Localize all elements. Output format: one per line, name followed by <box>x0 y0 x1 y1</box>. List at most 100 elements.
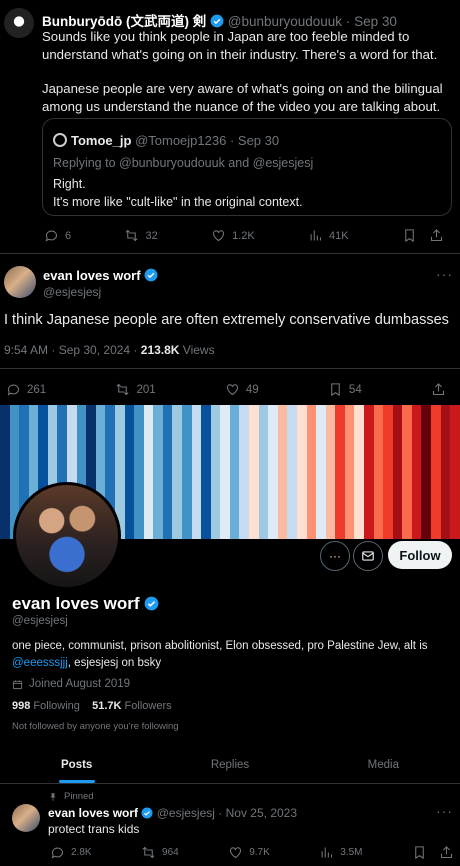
banner-stripe <box>450 405 460 539</box>
bookmark-icon <box>331 383 340 397</box>
calendar-icon <box>12 679 23 689</box>
like-button[interactable]: 9.7K <box>228 845 270 860</box>
repost-button[interactable]: 201 <box>115 382 156 397</box>
quote-header: Tomoe_jp @Tomoejp1236 · Sep 30 <box>53 133 279 148</box>
banner-stripe <box>134 405 144 539</box>
quote-text: Right. It's more like "cult-like" in the… <box>53 175 303 211</box>
bio-link[interactable]: @eeesssjjj <box>12 657 68 669</box>
repost-icon <box>142 846 155 859</box>
view-count: 41K <box>329 229 349 242</box>
tweet-bunburyodo[interactable]: Bunburyōdō (文武両道) 剣 @bunburyoudouuk · Se… <box>0 0 460 252</box>
author-handle[interactable]: @esjesjesj <box>157 806 215 820</box>
avatar[interactable] <box>12 804 40 832</box>
reply-icon <box>51 847 64 859</box>
quote-author-handle[interactable]: @Tomoejp1236 <box>135 133 226 148</box>
quote-line: It's more like "cult-like" in the origin… <box>53 195 303 209</box>
reply-count: 2.8K <box>71 847 92 858</box>
banner-stripe <box>239 405 250 539</box>
tweet-timestamp[interactable]: 9:54 AM · Sep 30, 2024 · <box>4 343 141 357</box>
author-name[interactable]: evan loves worf <box>48 806 138 820</box>
author-handle[interactable]: @esjesjesj <box>43 285 101 299</box>
reply-button[interactable]: 6 <box>44 228 71 243</box>
banner-stripe <box>431 405 441 539</box>
tweet-date[interactable]: Sep 30 <box>354 14 397 29</box>
profile-avatar[interactable] <box>13 482 121 590</box>
repost-button[interactable]: 964 <box>141 845 179 860</box>
banner-stripe <box>287 405 297 539</box>
profile-stats: 998 Following 51.7K Followers <box>12 700 172 712</box>
share-icon[interactable] <box>439 845 454 860</box>
avatar[interactable] <box>4 8 34 38</box>
mail-icon <box>362 551 374 561</box>
banner-stripe <box>172 405 182 539</box>
verified-badge-icon <box>141 807 153 819</box>
followers-count: 51.7K <box>92 700 122 712</box>
bookmark-button[interactable]: 54 <box>328 382 362 397</box>
quoted-tweet[interactable]: Tomoe_jp @Tomoejp1236 · Sep 30 Replying … <box>42 118 452 216</box>
reply-count: 6 <box>65 229 72 242</box>
like-button[interactable]: 49 <box>225 382 259 397</box>
followers-link[interactable]: 51.7K Followers <box>92 700 171 712</box>
following-label: Following <box>30 700 80 712</box>
banner-stripe <box>143 405 154 539</box>
repost-count: 964 <box>162 847 179 858</box>
banner-stripe <box>440 405 451 539</box>
message-button[interactable] <box>353 541 383 571</box>
tab-replies[interactable]: Replies <box>153 748 306 783</box>
banner-stripe <box>162 405 173 539</box>
tweet-meta: 9:54 AM · Sep 30, 2024 · 213.8K Views <box>4 343 215 357</box>
reply-count: 261 <box>27 383 47 396</box>
reply-button[interactable]: 261 <box>6 382 46 397</box>
more-options-icon[interactable]: ··· <box>436 803 453 819</box>
bookmark-icon[interactable] <box>402 228 417 243</box>
tweet-actions: 2.8K 964 9.7K 3.5M <box>50 845 454 860</box>
repost-button[interactable]: 32 <box>124 228 158 243</box>
like-button[interactable]: 1.2K <box>211 228 255 243</box>
tweet-text: I think Japanese people are often extrem… <box>4 312 449 328</box>
avatar[interactable] <box>4 266 36 298</box>
quote-avatar <box>53 133 67 147</box>
quote-line: Right. <box>53 177 86 191</box>
tweet-header: Bunburyōdō (文武両道) 剣 @bunburyoudouuk · Se… <box>42 14 397 29</box>
view-count: 3.5M <box>340 847 363 858</box>
verified-badge-icon <box>210 14 224 28</box>
like-count: 49 <box>245 383 259 396</box>
quote-date: Sep 30 <box>237 133 280 148</box>
tweet-header: evan loves worf @esjesjesj · Nov 25, 202… <box>48 806 298 820</box>
heart-icon <box>226 384 238 396</box>
share-icon[interactable] <box>429 228 444 243</box>
more-options-icon[interactable]: ··· <box>436 266 453 282</box>
tweet-date[interactable]: Nov 25, 2023 <box>226 806 297 820</box>
views-icon <box>310 230 322 241</box>
like-count: 9.7K <box>249 847 270 858</box>
profile-name: evan loves worf <box>12 594 159 614</box>
banner-stripe <box>249 405 259 539</box>
profile-joined: Joined August 2019 <box>12 678 130 690</box>
more-options-button[interactable]: ··· <box>320 541 350 571</box>
bookmark-icon[interactable] <box>412 845 427 860</box>
banner-stripe <box>354 405 364 539</box>
quote-author-name[interactable]: Tomoe_jp <box>71 133 131 148</box>
banner-stripe <box>210 405 221 539</box>
follow-button[interactable]: Follow <box>388 541 452 569</box>
banner-stripe <box>201 405 211 539</box>
share-button[interactable] <box>431 382 446 397</box>
author-name-text: evan loves worf <box>43 268 141 283</box>
tab-posts[interactable]: Posts <box>0 748 153 783</box>
banner-stripe <box>296 405 307 539</box>
tweet-paragraph: Sounds like you think people in Japan ar… <box>42 29 438 62</box>
views-button[interactable]: 41K <box>308 228 349 243</box>
reply-button[interactable]: 2.8K <box>50 845 92 860</box>
banner-stripe <box>277 405 288 539</box>
reply-icon <box>45 230 58 242</box>
banner-stripe <box>306 405 317 539</box>
author-name[interactable]: Bunburyōdō (文武両道) 剣 <box>42 14 206 29</box>
author-handle[interactable]: @bunburyoudouuk <box>228 14 342 29</box>
views-button[interactable]: 3.5M <box>319 845 362 860</box>
following-link[interactable]: 998 Following <box>12 700 80 712</box>
tab-media[interactable]: Media <box>307 748 460 783</box>
author-name[interactable]: evan loves worf <box>43 268 158 283</box>
repost-count: 201 <box>136 383 156 396</box>
profile-handle: @esjesjesj <box>12 615 68 627</box>
view-count: 213.8K <box>140 343 180 357</box>
